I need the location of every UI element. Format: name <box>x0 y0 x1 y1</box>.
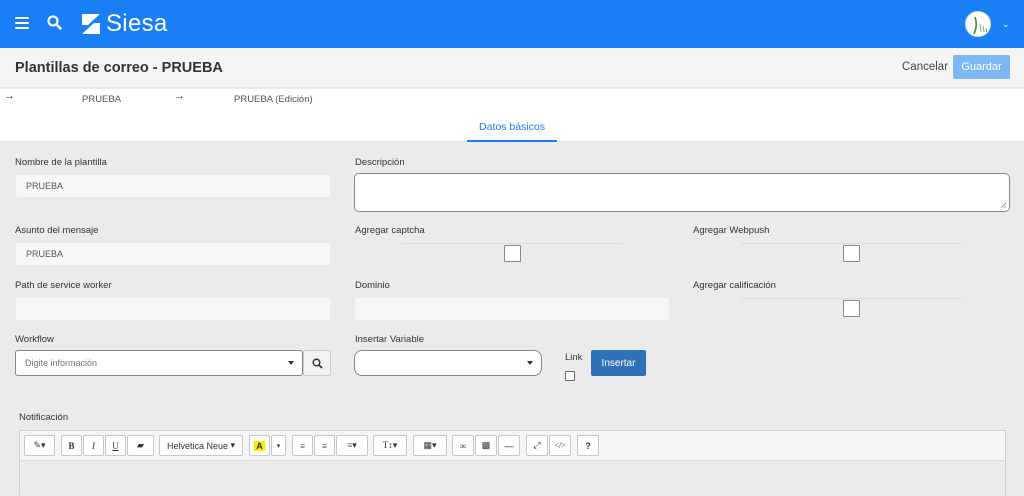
variable-select[interactable] <box>354 350 542 376</box>
captcha-label: Agregar captcha <box>355 225 425 236</box>
fullscreen-icon[interactable]: ⤢ <box>526 435 548 456</box>
color-dropdown-icon[interactable]: ▾ <box>271 435 286 456</box>
editor-toolbar: ✎▾ B I U ▰ Helvetica Neue ▾ A ▾ ≡ ≡ ≡▾ T… <box>20 431 1005 461</box>
workflow-select[interactable]: Digite información <box>15 350 303 376</box>
asunto-label: Asunto del mensaje <box>15 225 99 236</box>
magic-wand-dropdown-icon[interactable]: ✎▾ <box>24 435 55 456</box>
caret-down-icon <box>527 361 533 365</box>
insertar-button[interactable]: Insertar <box>591 350 646 376</box>
unordered-list-icon[interactable]: ≡ <box>292 435 313 456</box>
font-family-value: Helvetica Neue <box>166 440 228 451</box>
eraser-icon[interactable]: ▰ <box>127 435 154 456</box>
divider <box>741 298 962 299</box>
tab-bar: Datos básicos <box>0 113 1024 142</box>
app-name: Siesa <box>106 10 168 37</box>
paragraph-align-dropdown-icon[interactable]: ≡▾ <box>336 435 368 456</box>
nombre-field[interactable]: PRUEBA <box>15 174 331 198</box>
notificacion-label: Notificación <box>19 412 69 423</box>
italic-icon[interactable]: I <box>83 435 104 456</box>
top-navbar: Siesa ⌄ <box>0 0 1024 48</box>
calificacion-label: Agregar calificación <box>693 280 776 291</box>
help-icon[interactable]: ? <box>577 435 599 456</box>
asunto-field[interactable]: PRUEBA <box>15 242 331 266</box>
editor-content[interactable] <box>20 461 1005 496</box>
breadcrumb-item[interactable]: PRUEBA <box>82 94 121 105</box>
chevron-down-icon[interactable]: ⌄ <box>1002 19 1010 30</box>
bold-icon[interactable]: B <box>61 435 82 456</box>
text-color-icon[interactable]: A <box>249 435 270 456</box>
breadcrumb: → PRUEBA → PRUEBA (Edición) <box>0 89 1024 113</box>
breadcrumb-item[interactable]: PRUEBA (Edición) <box>234 94 313 105</box>
caret-down-icon <box>288 361 294 365</box>
divider <box>402 243 622 244</box>
webpush-checkbox[interactable] <box>843 245 860 262</box>
horizontal-rule-icon[interactable]: — <box>498 435 520 456</box>
dominio-label: Dominio <box>355 280 390 291</box>
arrow-right-icon: → <box>4 90 15 102</box>
siesa-logo-icon <box>82 14 100 34</box>
page-header: Plantillas de correo - PRUEBA Cancelar <box>0 48 1024 88</box>
link-checkbox[interactable] <box>565 371 575 381</box>
ordered-list-icon[interactable]: ≡ <box>314 435 335 456</box>
cancel-button[interactable]: Cancelar <box>902 61 948 73</box>
webpush-label: Agregar Webpush <box>693 225 770 236</box>
descripcion-label: Descripción <box>355 157 405 168</box>
captcha-checkbox[interactable] <box>504 245 521 262</box>
font-family-dropdown[interactable]: Helvetica Neue ▾ <box>159 435 243 456</box>
variable-label: Insertar Variable <box>355 334 424 345</box>
link-icon[interactable]: ∞ <box>452 435 474 456</box>
nombre-label: Nombre de la plantilla <box>15 157 107 168</box>
divider <box>741 243 962 244</box>
tab-datos-basicos[interactable]: Datos básicos <box>467 113 557 142</box>
table-dropdown-icon[interactable]: ▦▾ <box>413 435 447 456</box>
link-label: Link <box>565 352 583 363</box>
workflow-label: Workflow <box>15 334 54 345</box>
user-avatar[interactable] <box>965 11 991 37</box>
rich-text-editor[interactable]: ✎▾ B I U ▰ Helvetica Neue ▾ A ▾ ≡ ≡ ≡▾ T… <box>19 430 1006 496</box>
picture-icon[interactable]: ▩ <box>475 435 497 456</box>
page-title: Plantillas de correo - PRUEBA <box>15 60 223 76</box>
hamburger-menu-icon[interactable] <box>15 17 29 29</box>
arrow-right-icon: → <box>174 90 185 102</box>
resize-handle-icon[interactable] <box>1000 202 1007 209</box>
save-button[interactable]: Guardar <box>953 55 1010 79</box>
descripcion-textarea[interactable] <box>354 173 1010 212</box>
text-height-dropdown-icon[interactable]: T↕▾ <box>373 435 407 456</box>
workflow-search-button[interactable] <box>303 350 331 376</box>
dominio-field[interactable] <box>354 297 670 321</box>
workflow-placeholder: Digite información <box>25 358 98 368</box>
underline-icon[interactable]: U <box>105 435 126 456</box>
code-view-icon[interactable]: </> <box>549 435 571 456</box>
siesa-logo: Siesa <box>80 10 168 37</box>
calificacion-checkbox[interactable] <box>843 300 860 317</box>
path-label: Path de service worker <box>15 280 112 291</box>
path-field[interactable] <box>15 297 331 321</box>
search-icon[interactable] <box>47 15 62 30</box>
search-icon <box>312 358 323 369</box>
